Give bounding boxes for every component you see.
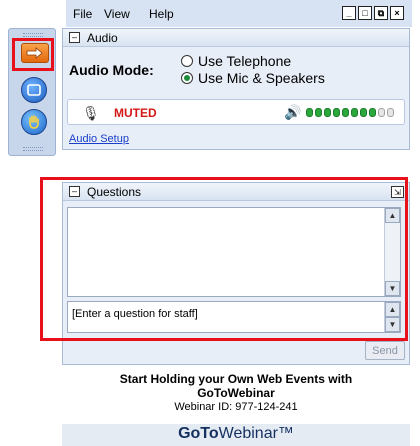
brand-logo-bold: GoTo — [178, 425, 219, 442]
question-input[interactable]: [Enter a question for staff] ▲ ▼ — [67, 301, 401, 333]
radio-use-mic-speakers[interactable]: Use Mic & Speakers — [181, 70, 325, 86]
menu-help[interactable]: Help — [149, 7, 174, 21]
input-scroll-down-icon[interactable]: ▼ — [385, 317, 400, 332]
screen-view-button[interactable] — [21, 77, 47, 103]
meter-dot — [315, 108, 322, 117]
radio-telephone-label: Use Telephone — [198, 53, 292, 69]
meter-dot — [351, 108, 358, 117]
question-input-scrollbar[interactable]: ▲ ▼ — [384, 302, 400, 332]
promo-headline: Start Holding your Own Web Events with — [119, 372, 353, 386]
questions-panel: – Questions ⇲ ▲ ▼ [Enter a question for … — [62, 182, 410, 365]
popout-icon[interactable]: ⇲ — [391, 186, 404, 198]
meter-dot — [324, 108, 331, 117]
mic-status-text: MUTED — [114, 106, 157, 120]
raise-hand-button[interactable] — [21, 109, 47, 135]
radio-mic-speakers-label: Use Mic & Speakers — [198, 70, 325, 86]
restore-button[interactable]: □ — [358, 6, 372, 20]
send-button[interactable]: Send — [365, 341, 405, 360]
minimize-button[interactable]: _ — [342, 6, 356, 20]
speaker-icon: 🔊 — [284, 104, 302, 120]
promo-product[interactable]: GoToWebinar — [62, 386, 410, 400]
rail-grip-top[interactable] — [23, 33, 43, 37]
meter-dot — [378, 108, 385, 117]
window-controls: _ □ ⧉ × — [342, 6, 404, 20]
question-placeholder[interactable]: [Enter a question for staff] — [72, 308, 198, 320]
audio-panel-title: Audio — [87, 31, 118, 45]
questions-log[interactable]: ▲ ▼ — [67, 207, 401, 297]
arrow-icon — [26, 47, 43, 59]
scroll-down-arrow-icon[interactable]: ▼ — [385, 281, 400, 296]
input-scroll-up-icon[interactable]: ▲ — [385, 302, 400, 317]
audio-status-bar: 🎙 MUTED 🔊 — [67, 99, 405, 125]
webinar-id: Webinar ID: 977-124-241 — [174, 401, 298, 413]
meter-dot — [342, 108, 349, 117]
questions-panel-header: – Questions ⇲ — [63, 183, 409, 201]
collapse-audio-button[interactable]: – — [69, 32, 80, 43]
audio-panel: – Audio Audio Mode: Use Telephone Use Mi… — [62, 28, 410, 150]
toggle-panel-button[interactable] — [21, 43, 49, 63]
questions-panel-title: Questions — [87, 185, 142, 199]
radio-mic-speakers-circle[interactable] — [181, 72, 193, 84]
menu-bar: File View Help _ □ ⧉ × — [66, 0, 412, 27]
window-icon — [27, 84, 41, 96]
promo-area: Start Holding your Own Web Events with G… — [62, 372, 410, 424]
scroll-up-arrow-icon[interactable]: ▲ — [385, 208, 400, 223]
audio-mode-label: Audio Mode: — [69, 62, 154, 78]
close-button[interactable]: × — [390, 6, 404, 20]
menu-view[interactable]: View — [104, 7, 130, 21]
side-control-rail — [8, 28, 56, 156]
radio-use-telephone[interactable]: Use Telephone — [181, 53, 291, 69]
questions-log-scrollbar[interactable]: ▲ ▼ — [384, 208, 400, 296]
audio-setup-link[interactable]: Audio Setup — [69, 133, 129, 145]
meter-dot — [306, 108, 313, 117]
collapse-questions-button[interactable]: – — [69, 186, 80, 197]
audio-panel-header: – Audio — [63, 29, 409, 47]
meter-dot — [369, 108, 376, 117]
brand-logo-rest: Webinar™ — [218, 425, 294, 442]
brand-footer: GoToWebinar™ — [62, 424, 410, 446]
meter-dot — [387, 108, 394, 117]
meter-dot — [360, 108, 367, 117]
radio-telephone-circle[interactable] — [181, 55, 193, 67]
microphone-icon[interactable]: 🎙 — [82, 105, 100, 122]
rail-grip-bottom[interactable] — [23, 147, 43, 151]
speaker-level-meter — [306, 108, 394, 117]
menu-file[interactable]: File — [73, 7, 92, 21]
popout-button[interactable]: ⧉ — [374, 6, 388, 20]
meter-dot — [333, 108, 340, 117]
raise-hand-icon — [29, 115, 39, 129]
